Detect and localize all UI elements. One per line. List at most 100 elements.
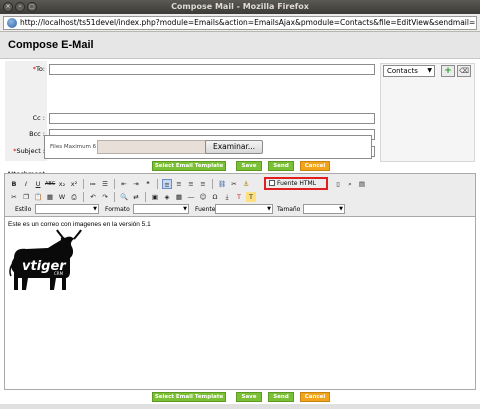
page-title: Compose E-Mail bbox=[8, 39, 94, 51]
special-char-icon[interactable]: Ω bbox=[210, 192, 220, 202]
source-checkbox-icon bbox=[269, 180, 275, 186]
unordered-list-icon[interactable]: ☰ bbox=[100, 179, 110, 189]
close-window-icon[interactable]: × bbox=[3, 2, 13, 12]
font-select[interactable]: ▼ bbox=[215, 204, 273, 214]
subject-label: Subject : bbox=[16, 147, 45, 155]
cc-label: Cc : bbox=[32, 114, 45, 122]
cc-input[interactable] bbox=[49, 113, 375, 124]
chevron-down-icon: ▼ bbox=[339, 206, 343, 212]
save-button[interactable]: Save bbox=[236, 161, 262, 171]
new-page-icon[interactable]: ▯ bbox=[333, 179, 343, 189]
select-template-button[interactable]: Select Email Template bbox=[152, 161, 226, 171]
html-editor: B I U ABC x₂ x² ≔ ☰ ⇤ ⇥ ❝ ≡ ≡ ≡ ≡ ⛓ ✂ ⚓ … bbox=[4, 173, 476, 390]
redo-icon[interactable]: ↷ bbox=[100, 192, 110, 202]
size-select[interactable]: ▼ bbox=[303, 204, 345, 214]
underline-icon[interactable]: U bbox=[33, 179, 43, 189]
to-input[interactable] bbox=[49, 64, 375, 75]
align-left-icon[interactable]: ≡ bbox=[162, 178, 172, 189]
image-icon[interactable]: ▣ bbox=[150, 192, 160, 202]
horizontal-rule-icon[interactable]: ― bbox=[186, 192, 196, 202]
paste-word-icon[interactable]: W bbox=[57, 192, 67, 202]
indent-icon[interactable]: ⇥ bbox=[131, 179, 141, 189]
contacts-select-value: Contacts bbox=[387, 67, 418, 75]
window-controls: × – □ bbox=[3, 2, 37, 12]
page-content: Compose E-Mail *To: Cc : Bcc : *Subject … bbox=[0, 32, 480, 409]
browse-button[interactable]: Examinar... bbox=[205, 140, 263, 154]
align-right-icon[interactable]: ≡ bbox=[186, 179, 196, 189]
window-titlebar: × – □ Compose Mail - Mozilla Firefox bbox=[0, 0, 480, 14]
source-html-label: Fuente HTML bbox=[277, 180, 317, 187]
vtiger-bull-logo: vtiger CRM bbox=[9, 229, 82, 290]
top-button-bar: Select Email Template Save Send Cancel bbox=[0, 161, 480, 172]
page-break-icon[interactable]: ⤓ bbox=[222, 192, 232, 202]
bottom-button-bar: Select Email Template Save Send Cancel bbox=[0, 392, 480, 403]
attachment-box: Files Maximum 6 Examinar... bbox=[44, 135, 372, 159]
print-icon[interactable]: ⎙ bbox=[69, 192, 79, 202]
logo-subtext: CRM bbox=[54, 271, 64, 276]
cancel-button-bottom[interactable]: Cancel bbox=[300, 392, 330, 402]
contacts-select[interactable]: Contacts ▼ bbox=[383, 65, 435, 77]
chevron-down-icon: ▼ bbox=[267, 206, 271, 212]
find-icon[interactable]: 🔍 bbox=[119, 192, 129, 202]
ordered-list-icon[interactable]: ≔ bbox=[88, 179, 98, 189]
italic-icon[interactable]: I bbox=[21, 179, 31, 189]
to-label: To: bbox=[35, 65, 45, 73]
strikethrough-icon[interactable]: ABC bbox=[45, 179, 55, 189]
templates-icon[interactable]: ▤ bbox=[357, 179, 367, 189]
bold-icon[interactable]: B bbox=[9, 179, 19, 189]
subscript-icon[interactable]: x₂ bbox=[57, 179, 67, 189]
paste-icon[interactable]: 📋 bbox=[33, 192, 43, 202]
font-label: Fuente bbox=[195, 206, 216, 213]
toolbar-row-1-right: ▯ ⌕ ▤ bbox=[333, 177, 367, 190]
editor-toolbar: B I U ABC x₂ x² ≔ ☰ ⇤ ⇥ ❝ ≡ ≡ ≡ ≡ ⛓ ✂ ⚓ … bbox=[5, 174, 475, 217]
style-select[interactable]: ▼ bbox=[35, 204, 99, 214]
url-field[interactable]: http://localhost/ts51devel/index.php?mod… bbox=[3, 16, 477, 30]
select-template-button-bottom[interactable]: Select Email Template bbox=[152, 392, 226, 402]
browser-url-bar: http://localhost/ts51devel/index.php?mod… bbox=[0, 14, 480, 32]
maximize-window-icon[interactable]: □ bbox=[27, 2, 37, 12]
horizontal-scrollbar[interactable] bbox=[0, 404, 480, 409]
format-select[interactable]: ▼ bbox=[133, 204, 189, 214]
chevron-down-icon: ▼ bbox=[183, 206, 187, 212]
align-center-icon[interactable]: ≡ bbox=[174, 179, 184, 189]
save-button-bottom[interactable]: Save bbox=[236, 392, 262, 402]
files-max-text: Files Maximum 6 bbox=[50, 144, 97, 150]
outdent-icon[interactable]: ⇤ bbox=[119, 179, 129, 189]
flash-icon[interactable]: ◈ bbox=[162, 192, 172, 202]
copy-icon[interactable]: ❐ bbox=[21, 192, 31, 202]
size-label: Tamaño bbox=[277, 206, 301, 213]
compose-header: Compose E-Mail bbox=[0, 32, 480, 59]
table-icon[interactable]: ▦ bbox=[174, 192, 184, 202]
paste-text-icon[interactable]: ▦ bbox=[45, 192, 55, 202]
text-color-icon[interactable]: T bbox=[234, 192, 244, 202]
url-text: http://localhost/ts51devel/index.php?mod… bbox=[20, 18, 476, 27]
undo-icon[interactable]: ↶ bbox=[88, 192, 98, 202]
superscript-icon[interactable]: x² bbox=[69, 179, 79, 189]
send-button-bottom[interactable]: Send bbox=[268, 392, 294, 402]
blockquote-icon[interactable]: ❝ bbox=[143, 179, 153, 189]
source-html-button[interactable]: Fuente HTML bbox=[264, 177, 328, 190]
window-title: Compose Mail - Mozilla Firefox bbox=[171, 2, 309, 11]
smiley-icon[interactable]: ☺ bbox=[198, 192, 208, 202]
minimize-window-icon[interactable]: – bbox=[15, 2, 25, 12]
clear-contact-icon[interactable]: ⌫ bbox=[457, 65, 471, 77]
preview-icon[interactable]: ⌕ bbox=[345, 179, 355, 189]
link-icon[interactable]: ⛓ bbox=[217, 179, 227, 189]
cancel-button[interactable]: Cancel bbox=[300, 161, 330, 171]
contacts-panel bbox=[380, 63, 475, 162]
unlink-icon[interactable]: ✂ bbox=[229, 179, 239, 189]
style-label: Estilo bbox=[15, 206, 32, 213]
toolbar-row-2: ✂ ❐ 📋 ▦ W ⎙ ↶ ↷ 🔍 ⇄ ▣ ◈ ▦ ― ☺ Ω ⤓ T T bbox=[9, 190, 256, 203]
send-button[interactable]: Send bbox=[268, 161, 294, 171]
anchor-icon[interactable]: ⚓ bbox=[241, 179, 251, 189]
background-color-icon[interactable]: T bbox=[246, 191, 256, 202]
replace-icon[interactable]: ⇄ bbox=[131, 192, 141, 202]
toolbar-combos: Estilo ▼ Formato ▼ Fuente ▼ Tamaño ▼ bbox=[9, 203, 475, 216]
editor-body[interactable]: Este es un correo con imagenes en la ver… bbox=[5, 218, 475, 389]
add-contact-icon[interactable]: + bbox=[441, 65, 455, 77]
chevron-down-icon: ▼ bbox=[93, 206, 97, 212]
toolbar-row-1: B I U ABC x₂ x² ≔ ☰ ⇤ ⇥ ❝ ≡ ≡ ≡ ≡ ⛓ ✂ ⚓ bbox=[9, 177, 251, 190]
cut-icon[interactable]: ✂ bbox=[9, 192, 19, 202]
chevron-down-icon: ▼ bbox=[427, 67, 432, 74]
align-justify-icon[interactable]: ≡ bbox=[198, 179, 208, 189]
